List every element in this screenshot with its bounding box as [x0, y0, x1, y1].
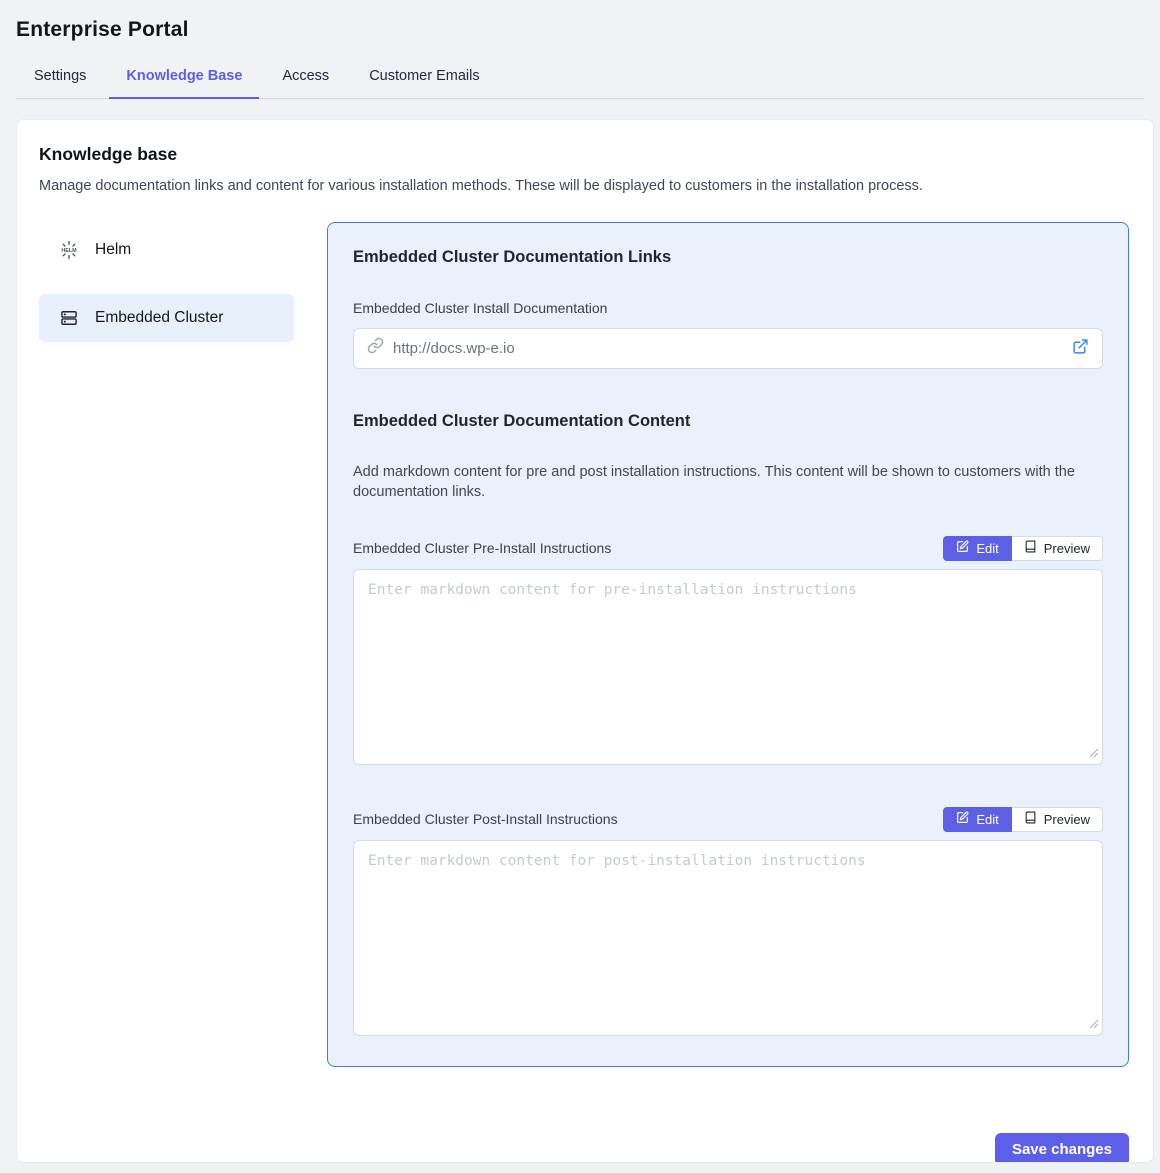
save-changes-button[interactable]: Save changes	[995, 1133, 1129, 1163]
external-link-icon	[1072, 338, 1089, 358]
pre-install-label: Embedded Cluster Pre-Install Instruction…	[353, 540, 611, 556]
pre-install-mode-toggle: Edit Preview	[943, 536, 1103, 561]
edit-pen-icon	[956, 540, 969, 556]
page-title: Enterprise Portal	[16, 18, 1144, 42]
install-method-sidebar: HELM Helm Embedded Cluster	[39, 222, 294, 362]
book-icon	[1024, 540, 1037, 556]
tab-access[interactable]: Access	[265, 58, 346, 99]
post-install-textarea[interactable]	[353, 840, 1103, 1036]
svg-text:HELM: HELM	[61, 247, 77, 253]
card-description: Manage documentation links and content f…	[39, 178, 1129, 194]
tab-customer-emails[interactable]: Customer Emails	[352, 58, 496, 99]
content-section-title: Embedded Cluster Documentation Content	[353, 412, 1103, 431]
card-title: Knowledge base	[39, 144, 1129, 165]
post-install-editor: Embedded Cluster Post-Install Instructio…	[353, 807, 1103, 1041]
open-link-button[interactable]	[1072, 338, 1089, 358]
documentation-links-section: Embedded Cluster Documentation Links Emb…	[353, 248, 1103, 369]
tab-knowledge-base[interactable]: Knowledge Base	[109, 58, 259, 99]
knowledge-base-card: Knowledge base Manage documentation link…	[16, 119, 1154, 1163]
install-doc-url-field	[353, 328, 1103, 369]
book-icon	[1024, 811, 1037, 827]
links-section-title: Embedded Cluster Documentation Links	[353, 248, 1103, 267]
pre-install-edit-button[interactable]: Edit	[943, 536, 1011, 561]
content-section-description: Add markdown content for pre and post in…	[353, 462, 1103, 502]
sidebar-item-helm[interactable]: HELM Helm	[39, 226, 294, 274]
edit-pen-icon	[956, 811, 969, 827]
link-icon	[367, 337, 384, 359]
install-doc-url-input[interactable]	[393, 340, 1063, 357]
tab-settings[interactable]: Settings	[17, 58, 103, 99]
post-install-label: Embedded Cluster Post-Install Instructio…	[353, 811, 618, 827]
documentation-content-section: Embedded Cluster Documentation Content A…	[353, 412, 1103, 1041]
sidebar-item-label: Helm	[95, 241, 131, 259]
pre-install-editor: Embedded Cluster Pre-Install Instruction…	[353, 536, 1103, 770]
post-install-edit-button[interactable]: Edit	[943, 807, 1011, 832]
pre-install-textarea[interactable]	[353, 569, 1103, 765]
sidebar-item-label: Embedded Cluster	[95, 309, 223, 327]
tab-bar: Settings Knowledge Base Access Customer …	[16, 58, 1144, 99]
server-stack-icon	[59, 308, 79, 328]
post-install-mode-toggle: Edit Preview	[943, 807, 1103, 832]
embedded-cluster-panel: Embedded Cluster Documentation Links Emb…	[327, 222, 1129, 1067]
sidebar-item-embedded-cluster[interactable]: Embedded Cluster	[39, 294, 294, 342]
post-install-preview-button[interactable]: Preview	[1012, 807, 1103, 832]
footer-actions: Save changes	[39, 1133, 1129, 1163]
pre-install-preview-button[interactable]: Preview	[1012, 536, 1103, 561]
install-doc-label: Embedded Cluster Install Documentation	[353, 300, 1103, 316]
helm-icon: HELM	[59, 240, 79, 260]
page-header: Enterprise Portal	[0, 0, 1160, 42]
